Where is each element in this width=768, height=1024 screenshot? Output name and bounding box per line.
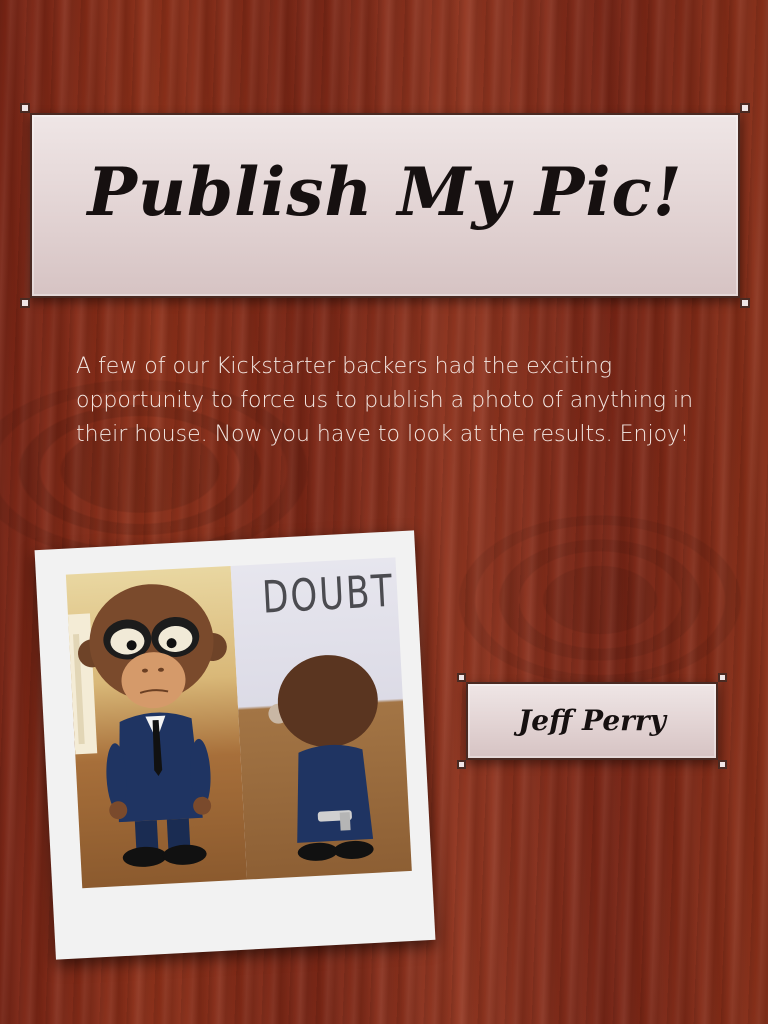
plaque-corner bbox=[740, 298, 750, 308]
photo-figure-back: DOUBT bbox=[230, 557, 412, 880]
plaque-corner bbox=[740, 103, 750, 113]
plaque-corner bbox=[20, 103, 30, 113]
title-plaque: Publish My Pic! bbox=[20, 103, 750, 308]
backer-name: Jeff Perry bbox=[518, 704, 666, 737]
plaque-corner bbox=[718, 760, 727, 769]
name-plaque: Jeff Perry bbox=[457, 673, 727, 769]
plaque-corner bbox=[457, 673, 466, 682]
plaque-corner bbox=[718, 673, 727, 682]
intro-text: A few of our Kickstarter backers had the… bbox=[76, 354, 694, 447]
plaque-corner bbox=[20, 298, 30, 308]
monkey-figure-back-image bbox=[268, 655, 378, 861]
plaque-corner bbox=[457, 760, 466, 769]
photo-figure-front bbox=[65, 565, 248, 889]
page-title: Publish My Pic! bbox=[87, 153, 683, 231]
polaroid-photo: DOUBT bbox=[34, 530, 436, 960]
monkey-figure-front-image bbox=[67, 584, 227, 867]
